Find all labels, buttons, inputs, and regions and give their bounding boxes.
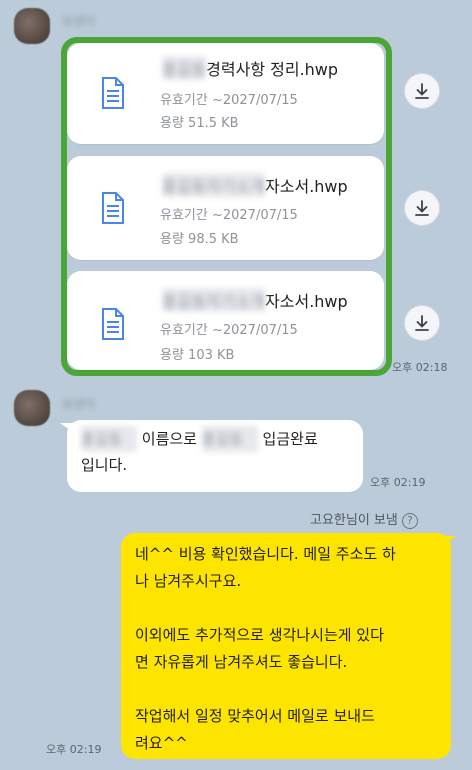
download-icon — [415, 315, 429, 331]
download-icon — [415, 83, 429, 99]
download-button[interactable] — [404, 190, 440, 226]
sender-avatar[interactable] — [14, 390, 50, 426]
blurred-name: 홍길동 — [201, 426, 258, 452]
file-validity: 유효기간 ~2027/07/15 — [160, 208, 298, 223]
my-message-bubble[interactable]: 네^^ 비용 확인했습니다. 메일 주소도 하 나 남겨주시구요. 이외에도 추… — [121, 533, 451, 759]
file-name: 홍길동자기소개자소서.hwp — [162, 288, 348, 312]
file-card[interactable]: 홍길동자기소개자소서.hwp 유효기간 ~2027/07/15 용량 98.5 … — [67, 156, 384, 260]
message-line: 홍길동 이름으로 홍길동 입금완료 — [81, 426, 349, 452]
file-name-blurred: 홍길동자기소개 — [162, 288, 266, 312]
file-card[interactable]: 홍길동자기소개자소서.hwp 유효기간 ~2027/07/15 용량 103 K… — [67, 271, 384, 370]
document-icon — [102, 192, 124, 224]
file-name-blurred: 홍길동자기소개 — [162, 173, 266, 197]
sent-by-label: 고요한님이 보냄? — [310, 509, 418, 529]
download-button[interactable] — [404, 305, 440, 341]
file-size: 용량 51.5 KB — [160, 116, 239, 131]
file-validity: 유효기간 ~2027/07/15 — [160, 323, 298, 338]
file-name: 홍길동경력사항 정리.hwp — [162, 56, 338, 80]
help-icon[interactable]: ? — [401, 512, 418, 529]
sender-name: 보낸이 — [62, 397, 96, 411]
file-validity: 유효기간 ~2027/07/15 — [160, 93, 298, 108]
file-size: 용량 103 KB — [160, 348, 235, 363]
blurred-name: 홍길동 — [81, 426, 137, 452]
sender-avatar[interactable] — [14, 8, 50, 44]
message-time: 오후 02:19 — [370, 476, 426, 489]
document-icon — [102, 308, 124, 340]
message-time: 오후 02:19 — [46, 743, 102, 756]
document-icon — [102, 77, 124, 109]
file-name: 홍길동자기소개자소서.hwp — [162, 173, 348, 197]
file-size: 용량 98.5 KB — [160, 232, 239, 247]
message-bubble[interactable]: 홍길동 이름으로 홍길동 입금완료 입니다. — [67, 420, 363, 492]
file-name-blurred: 홍길동 — [162, 56, 207, 80]
download-button[interactable] — [404, 73, 440, 109]
message-line: 입니다. — [81, 456, 128, 474]
download-icon — [415, 200, 429, 216]
file-card[interactable]: 홍길동경력사항 정리.hwp 유효기간 ~2027/07/15 용량 51.5 … — [67, 43, 384, 144]
sender-name: 보낸이 — [62, 14, 96, 28]
message-time: 오후 02:18 — [392, 361, 448, 374]
